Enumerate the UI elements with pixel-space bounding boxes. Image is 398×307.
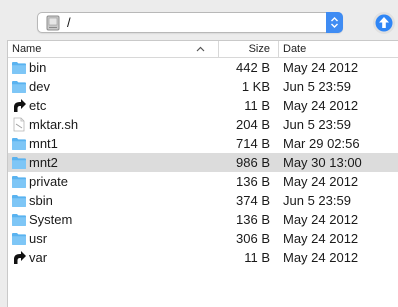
sort-ascending-icon <box>196 46 205 52</box>
alias-arrow-icon <box>11 250 27 265</box>
file-date: Jun 5 23:59 <box>283 117 351 132</box>
file-size: 136 B <box>236 174 270 189</box>
path-popup[interactable]: / <box>37 12 343 33</box>
file-size: 442 B <box>236 60 270 75</box>
file-size: 374 B <box>236 193 270 208</box>
file-row[interactable]: System 136 B May 24 2012 <box>8 210 398 229</box>
file-size: 204 B <box>236 117 270 132</box>
file-name: bin <box>29 60 47 75</box>
file-name: sbin <box>29 193 53 208</box>
file-name: mnt1 <box>29 136 58 151</box>
file-row[interactable]: etc 11 B May 24 2012 <box>8 96 398 115</box>
file-size: 714 B <box>236 136 270 151</box>
file-name: dev <box>29 79 50 94</box>
folder-icon <box>11 136 27 151</box>
column-header-name[interactable]: Name <box>12 41 212 57</box>
file-row[interactable]: dev 1 KB Jun 5 23:59 <box>8 77 398 96</box>
file-size: 1 KB <box>241 79 270 94</box>
column-header-size[interactable]: Size <box>218 41 274 57</box>
file-date: Jun 5 23:59 <box>283 79 351 94</box>
hard-drive-icon <box>46 15 60 31</box>
file-row[interactable]: mnt1 714 B Mar 29 02:56 <box>8 134 398 153</box>
file-date: May 24 2012 <box>283 212 359 227</box>
file-row[interactable]: usr 306 B May 24 2012 <box>8 229 398 248</box>
file-name: mnt2 <box>29 155 58 170</box>
chevron-updown-icon[interactable] <box>326 12 343 33</box>
file-date: May 24 2012 <box>283 60 359 75</box>
toolbar: / <box>0 0 398 40</box>
file-size: 11 B <box>244 98 270 113</box>
script-file-icon <box>11 117 27 132</box>
folder-icon <box>11 231 27 246</box>
folder-icon <box>11 60 27 75</box>
folder-icon <box>11 155 27 170</box>
file-name: var <box>29 250 48 265</box>
file-size: 136 B <box>236 212 270 227</box>
file-date: May 24 2012 <box>283 250 359 265</box>
list-header: Name Size Date <box>8 41 398 58</box>
file-name: usr <box>29 231 48 246</box>
file-name: mktar.sh <box>29 117 79 132</box>
file-size: 986 B <box>236 155 270 170</box>
file-size: 11 B <box>244 250 270 265</box>
file-date: May 24 2012 <box>283 174 359 189</box>
file-row[interactable]: bin 442 B May 24 2012 <box>8 58 398 77</box>
file-date: Jun 5 23:59 <box>283 193 351 208</box>
file-row[interactable]: mnt2 986 B May 30 13:00 <box>8 153 398 172</box>
file-name: etc <box>29 98 47 113</box>
file-date: May 24 2012 <box>283 231 359 246</box>
file-row[interactable]: mktar.sh 204 B Jun 5 23:59 <box>8 115 398 134</box>
column-header-date[interactable]: Date <box>278 41 398 57</box>
file-date: Mar 29 02:56 <box>283 136 360 151</box>
arrow-up-icon <box>375 14 393 32</box>
file-date: May 24 2012 <box>283 98 359 113</box>
folder-icon <box>11 79 27 94</box>
folder-icon <box>11 193 27 208</box>
path-label: / <box>67 15 71 30</box>
folder-icon <box>11 174 27 189</box>
file-list[interactable]: Name Size Date bin 442 B May 24 2012 dev 1 K… <box>7 40 398 307</box>
file-rows: bin 442 B May 24 2012 dev 1 KB Jun 5 23:59 etc… <box>8 58 398 267</box>
file-name: private <box>29 174 69 189</box>
file-row[interactable]: sbin 374 B Jun 5 23:59 <box>8 191 398 210</box>
alias-arrow-icon <box>11 98 27 113</box>
file-row[interactable]: var 11 B May 24 2012 <box>8 248 398 267</box>
file-date: May 30 13:00 <box>283 155 362 170</box>
file-name: System <box>29 212 73 227</box>
folder-icon <box>11 212 27 227</box>
go-up-button[interactable] <box>373 12 395 34</box>
file-row[interactable]: private 136 B May 24 2012 <box>8 172 398 191</box>
file-size: 306 B <box>236 231 270 246</box>
